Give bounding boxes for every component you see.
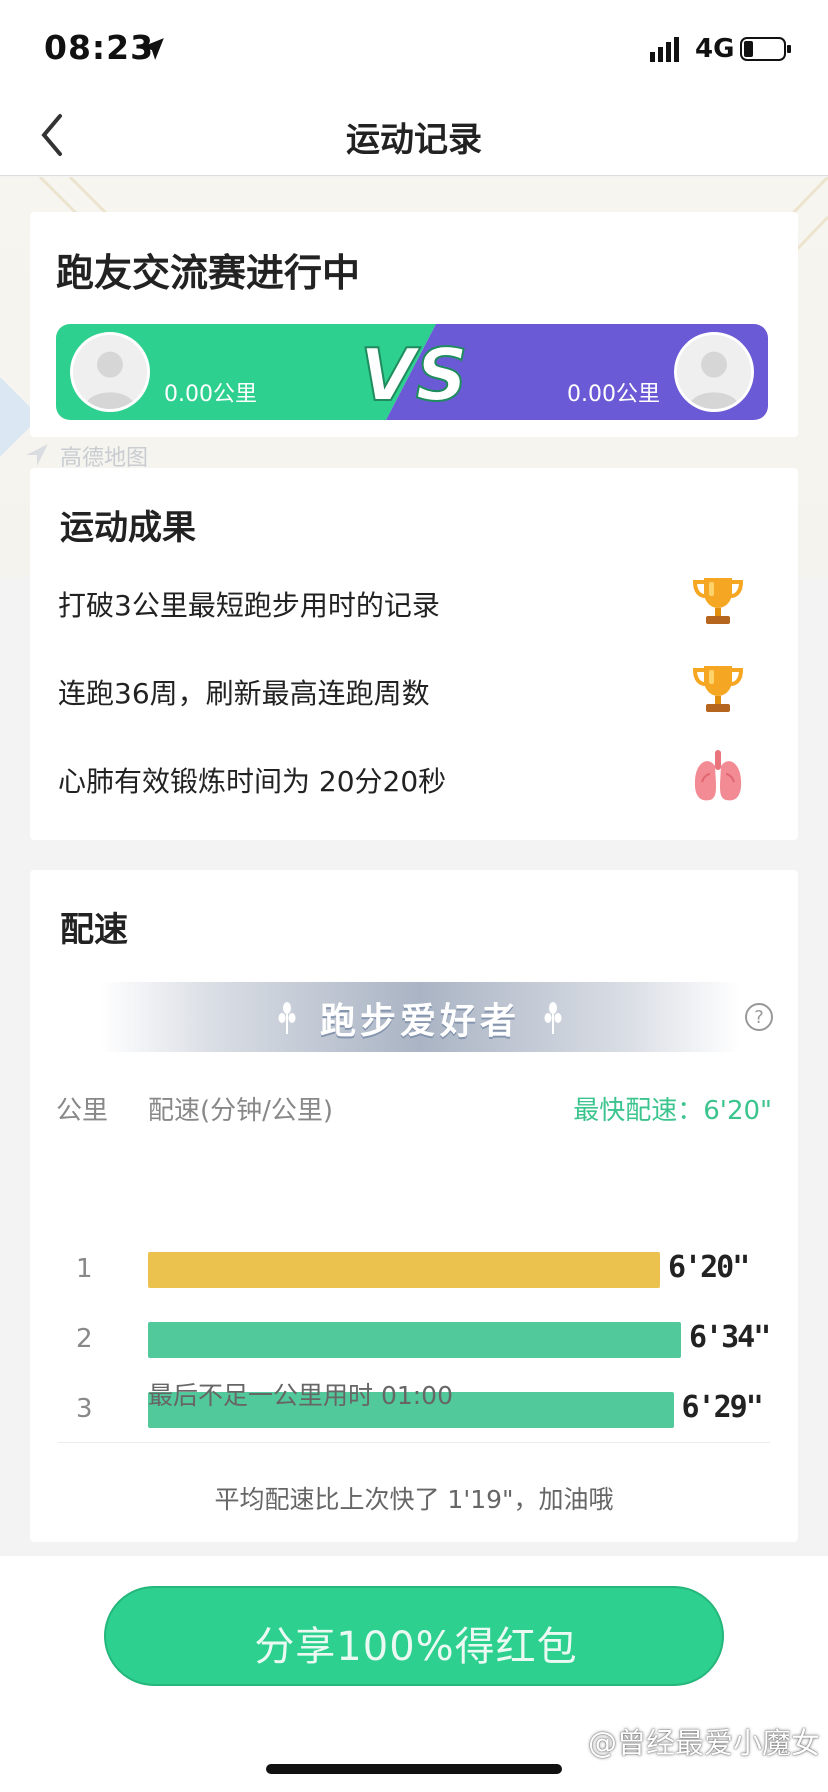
average-pace-note: 平均配速比上次快了 1'19"，加油哦 (214, 1485, 614, 1514)
signal-icon (650, 37, 679, 62)
status-bar: 08:23 4G (0, 0, 828, 96)
badge-label: 跑步爱好者 (319, 1001, 520, 1042)
status-time: 08:23 (44, 28, 155, 67)
pace-row: 1 6'20" (30, 1250, 798, 1290)
vs-icon: VS (359, 334, 469, 410)
pace-value: 6'34" (689, 1320, 771, 1355)
result-text: 连跑36周，刷新最高连跑周数 (58, 677, 430, 710)
column-pace: 配速(分钟/公里) (148, 1096, 334, 1126)
lungs-icon (694, 750, 742, 801)
pace-bar (148, 1322, 681, 1358)
help-icon[interactable]: ? (744, 1002, 774, 1032)
race-card[interactable]: 跑友交流赛进行中 0.00公里 VS 0.00公里 (30, 212, 798, 437)
bottom-area: 分享100%得红包 @曾经最爱小魔女 (0, 1556, 828, 1792)
right-distance: 0.00公里 (567, 382, 660, 407)
nav-bar: 运动记录 (0, 96, 828, 176)
share-button[interactable]: 分享100%得红包 (104, 1586, 724, 1686)
location-arrow-icon (142, 38, 164, 60)
left-distance: 0.00公里 (164, 382, 257, 407)
result-item: 心肺有效锻炼时间为 20分20秒 (58, 748, 770, 808)
pace-value: 6'20" (668, 1250, 750, 1285)
pace-title: 配速 (60, 910, 128, 950)
pace-km-label: 1 (76, 1254, 93, 1284)
results-card: 运动成果 打破3公里最短跑步用时的记录 连跑36周，刷新最高连跑周数 心肺有效锻… (30, 468, 798, 840)
battery-icon (740, 37, 791, 61)
pace-value: 6'29" (681, 1390, 764, 1425)
share-label: 分享100%得红包 (254, 1624, 578, 1670)
network-label: 4G (695, 34, 735, 64)
pace-card: 配速 跑步爱好者 ? 公里 配速(分钟/公里) 最快配速：6'20" 1 6'20… (30, 870, 798, 1542)
result-item: 打破3公里最短跑步用时的记录 (58, 572, 770, 632)
pace-km-label: 2 (76, 1324, 93, 1354)
last-km-note: 最后不足一公里用时 01:00 (148, 1381, 453, 1410)
race-title: 跑友交流赛进行中 (56, 251, 361, 295)
wheat-icon (544, 1002, 562, 1034)
avatar-left[interactable] (70, 332, 150, 412)
vs-bar: 0.00公里 VS 0.00公里 (56, 324, 768, 420)
user-icon (677, 335, 751, 409)
map-logo-icon (26, 444, 48, 466)
pace-km-label: 3 (76, 1394, 93, 1424)
pace-bar (148, 1252, 660, 1288)
watermark: @曾经最爱小魔女 (587, 1726, 820, 1760)
trophy-icon (692, 578, 744, 624)
pace-row: 2 6'34" (30, 1320, 798, 1360)
column-km: 公里 (56, 1096, 109, 1126)
results-title: 运动成果 (60, 508, 196, 548)
result-item: 连跑36周，刷新最高连跑周数 (58, 660, 770, 720)
vs-label: VS (360, 334, 468, 410)
result-text: 打破3公里最短跑步用时的记录 (58, 589, 440, 622)
svg-text:?: ? (754, 1007, 764, 1028)
runner-badge: 跑步爱好者 (100, 982, 740, 1052)
result-text: 心肺有效锻炼时间为 20分20秒 (58, 765, 447, 798)
avatar-right[interactable] (674, 332, 754, 412)
fastest-pace: 最快配速：6'20" (573, 1096, 772, 1126)
page-title: 运动记录 (346, 120, 482, 160)
user-icon (73, 335, 147, 409)
divider (58, 1442, 770, 1443)
trophy-icon (692, 666, 744, 712)
home-indicator[interactable] (266, 1764, 562, 1774)
